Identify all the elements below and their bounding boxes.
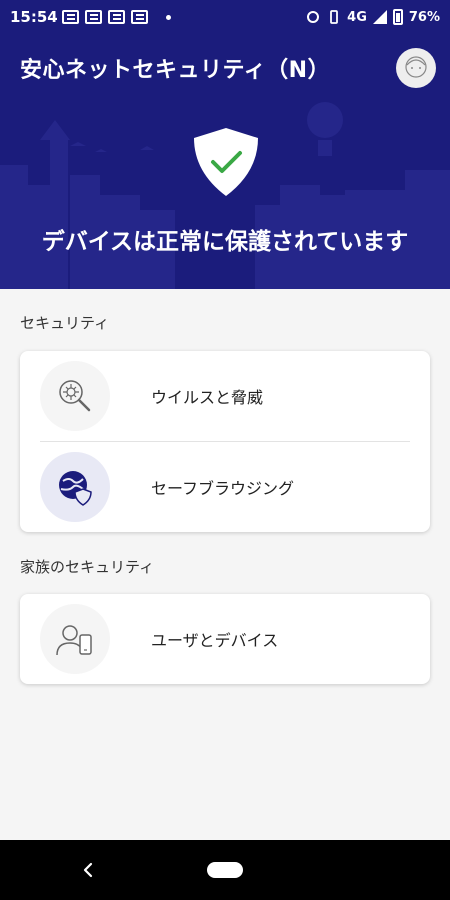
notification-icon xyxy=(108,10,125,24)
system-nav-bar xyxy=(0,840,450,900)
menu-item-virus-threats[interactable]: ウイルスと脅威 xyxy=(20,351,430,441)
section-label-family-security: 家族のセキュリティ xyxy=(20,558,155,576)
battery-level: 76% xyxy=(408,9,440,25)
menu-item-label: セーフブラウジング xyxy=(151,479,295,498)
notification-icon xyxy=(85,10,102,24)
shield-check-icon xyxy=(194,128,258,196)
security-card: ウイルスと脅威 セーフブラウジング xyxy=(20,351,430,532)
family-security-card: ユーザとデバイス xyxy=(20,594,430,684)
status-bar: 15:54 4G 76% xyxy=(0,0,450,34)
status-time: 15:54 xyxy=(10,8,58,26)
signal-icon xyxy=(372,10,387,24)
vibrate-icon xyxy=(330,10,339,24)
home-button[interactable] xyxy=(207,862,243,878)
notification-icon xyxy=(131,10,148,24)
app-bar: 安心ネットセキュリティ（N） xyxy=(0,46,450,90)
more-notifications-icon xyxy=(166,14,171,20)
app-title: 安心ネットセキュリティ（N） xyxy=(20,58,331,83)
user-face-icon xyxy=(405,56,427,78)
menu-item-users-devices[interactable]: ユーザとデバイス xyxy=(20,594,430,684)
menu-item-label: ウイルスと脅威 xyxy=(151,388,264,407)
globe-shield-icon xyxy=(40,452,110,522)
menu-item-safe-browsing[interactable]: セーフブラウジング xyxy=(20,442,430,532)
notification-icon xyxy=(62,10,79,24)
menu-item-label: ユーザとデバイス xyxy=(151,631,279,650)
battery-icon xyxy=(392,9,403,25)
network-type: 4G xyxy=(347,9,367,25)
back-icon[interactable] xyxy=(80,860,96,880)
hero-banner: 15:54 4G 76% 安心ネットセキュリティ（N） デバイスは正常に保護され… xyxy=(0,0,450,289)
sync-icon xyxy=(307,11,320,23)
virus-search-icon xyxy=(40,361,110,431)
protection-status-text: デバイスは正常に保護されています xyxy=(41,229,409,255)
section-label-security: セキュリティ xyxy=(20,314,110,332)
avatar[interactable] xyxy=(396,48,436,88)
user-device-icon xyxy=(40,604,110,674)
